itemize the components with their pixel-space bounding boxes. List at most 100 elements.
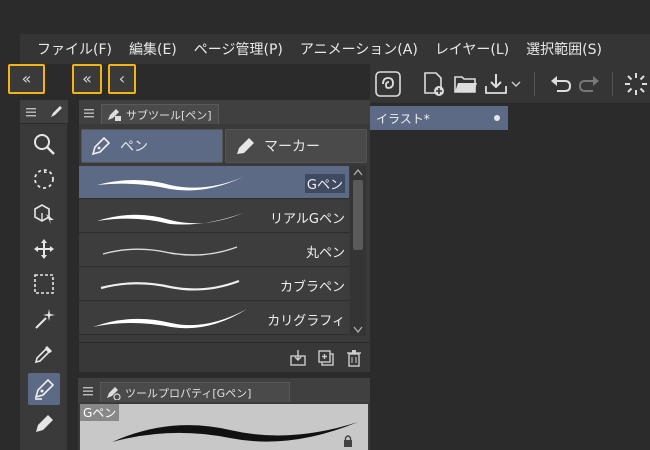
tool-property-icon [107, 386, 121, 400]
document-tab[interactable]: イラスト* [370, 106, 508, 130]
brush-settings-icon [108, 108, 121, 121]
pencil-icon [36, 415, 53, 432]
brush-row-g-pen[interactable]: Gペン [79, 166, 349, 199]
brush-name: カリグラフィ [267, 314, 345, 329]
menu-icon[interactable] [82, 385, 94, 397]
redo-button[interactable] [576, 70, 604, 98]
scroll-up-icon[interactable] [353, 168, 363, 176]
tool-property-panel: ツールプロパティ[Gペン] Gペン [78, 378, 370, 450]
menu-icon[interactable] [83, 107, 95, 119]
brush-stroke-preview [97, 177, 243, 191]
pen-icon [34, 378, 55, 400]
tool-layer-move[interactable] [28, 233, 60, 265]
zoom-icon [34, 134, 55, 155]
save-button[interactable] [482, 70, 510, 98]
tab-tool-property[interactable]: ツールプロパティ[Gペン] [100, 382, 290, 402]
brush-preview-area: Gペン [80, 404, 368, 450]
undo-icon [551, 76, 572, 92]
layer-move-icon [34, 239, 54, 259]
brush-name: カブラペン [279, 280, 345, 295]
selection-icon [34, 274, 54, 294]
marker-icon [237, 138, 254, 154]
tool-auto-select[interactable] [28, 303, 60, 335]
collapse-column-button[interactable]: « [72, 64, 102, 94]
tool-palette-header [20, 100, 68, 124]
chevron-left-icon: ‹ [118, 69, 126, 88]
scroll-down-icon[interactable] [353, 326, 363, 334]
lock-icon[interactable] [342, 434, 354, 448]
toolbar-divider [534, 72, 535, 96]
menu-edit[interactable]: 編集(E) [112, 39, 177, 59]
menu-page-management[interactable]: ページ管理(P) [177, 39, 283, 59]
brush-name: リアルGペン [270, 212, 345, 227]
undo-button[interactable] [546, 70, 574, 98]
tool-pen[interactable] [28, 373, 60, 405]
canvas-area[interactable] [370, 130, 650, 450]
pen-icon [51, 106, 62, 117]
collapse-all-button[interactable]: « [8, 64, 45, 94]
menu-bar: ファイル(F) 編集(E) ページ管理(P) アニメーション(A) レイヤー(L… [20, 34, 650, 64]
tab-subtool[interactable]: サブツール[ペン] [101, 104, 219, 124]
spinner-icon [625, 73, 647, 95]
unsaved-dot-icon[interactable] [494, 115, 500, 121]
tool-property-header: ツールプロパティ[Gペン] [78, 378, 370, 402]
chevron-down-icon [511, 81, 521, 87]
eyedropper-icon [34, 346, 52, 364]
brush-row-maru-pen[interactable]: 丸ペン [79, 234, 349, 267]
menu-icon[interactable] [25, 106, 37, 118]
duplicate-icon[interactable] [317, 349, 335, 367]
brush-name: 丸ペン [305, 246, 345, 261]
brush-stroke-preview [100, 279, 240, 291]
tool-selection[interactable] [28, 268, 60, 300]
menu-layer[interactable]: レイヤー(L) [418, 39, 509, 59]
double-chevron-left-icon: « [21, 69, 32, 88]
brush-row-kabura-pen[interactable]: カブラペン [79, 268, 349, 301]
subtool-footer [79, 342, 371, 372]
clear-button[interactable] [622, 70, 650, 98]
brush-list: Gペン リアルGペン 丸ペン カブラペン カリグラフィ [79, 166, 349, 338]
scrollbar-thumb[interactable] [353, 180, 363, 250]
brush-list-scrollbar[interactable] [350, 166, 366, 336]
toolbar-divider [612, 72, 613, 96]
tool-property-tab-label: ツールプロパティ[Gペン] [125, 386, 252, 400]
open-button[interactable] [452, 70, 480, 98]
brush-stroke-preview [102, 246, 238, 256]
brush-stroke-preview [97, 213, 243, 225]
menu-file[interactable]: ファイル(F) [20, 39, 112, 59]
brush-row-calligraphy[interactable]: カリグラフィ [79, 302, 349, 335]
double-chevron-left-icon: « [82, 69, 92, 88]
command-bar [370, 64, 650, 104]
menu-animation[interactable]: アニメーション(A) [283, 39, 418, 59]
group-tab-label: ペン [120, 139, 148, 155]
pen-icon [91, 136, 111, 156]
group-tab-marker[interactable]: マーカー [225, 129, 367, 163]
menu-selection[interactable]: 選択範囲(S) [509, 39, 602, 59]
trash-icon[interactable] [345, 349, 363, 367]
tool-operation[interactable] [28, 198, 60, 230]
operation-object-icon [34, 204, 54, 224]
title-bar-area [0, 0, 650, 34]
collapse-panel-button[interactable]: ‹ [108, 64, 136, 94]
group-tab-label: マーカー [264, 139, 320, 155]
group-tab-pen[interactable]: ペン [81, 129, 223, 163]
tool-pencil[interactable] [28, 408, 60, 440]
new-button[interactable] [420, 70, 448, 98]
brush-stroke-preview [112, 422, 358, 442]
brush-row-real-g-pen[interactable]: リアルGペン [79, 200, 349, 233]
new-file-icon [424, 72, 444, 96]
brush-stroke-preview [93, 309, 247, 329]
tool-move-canvas[interactable] [28, 163, 60, 195]
subtool-tab-label: サブツール[ペン] [126, 108, 212, 122]
import-icon[interactable] [289, 349, 307, 367]
clip-studio-button[interactable] [374, 70, 402, 98]
auto-select-icon [35, 309, 55, 329]
save-options-dropdown[interactable] [508, 70, 524, 98]
brush-name: Gペン [304, 174, 345, 193]
window-left-margin [0, 34, 20, 450]
save-icon [485, 74, 507, 94]
tool-zoom[interactable] [28, 128, 60, 160]
tool-eyedropper[interactable] [28, 338, 60, 370]
tool-list [28, 128, 60, 440]
folder-open-icon [454, 76, 477, 93]
move-canvas-icon [34, 169, 54, 189]
